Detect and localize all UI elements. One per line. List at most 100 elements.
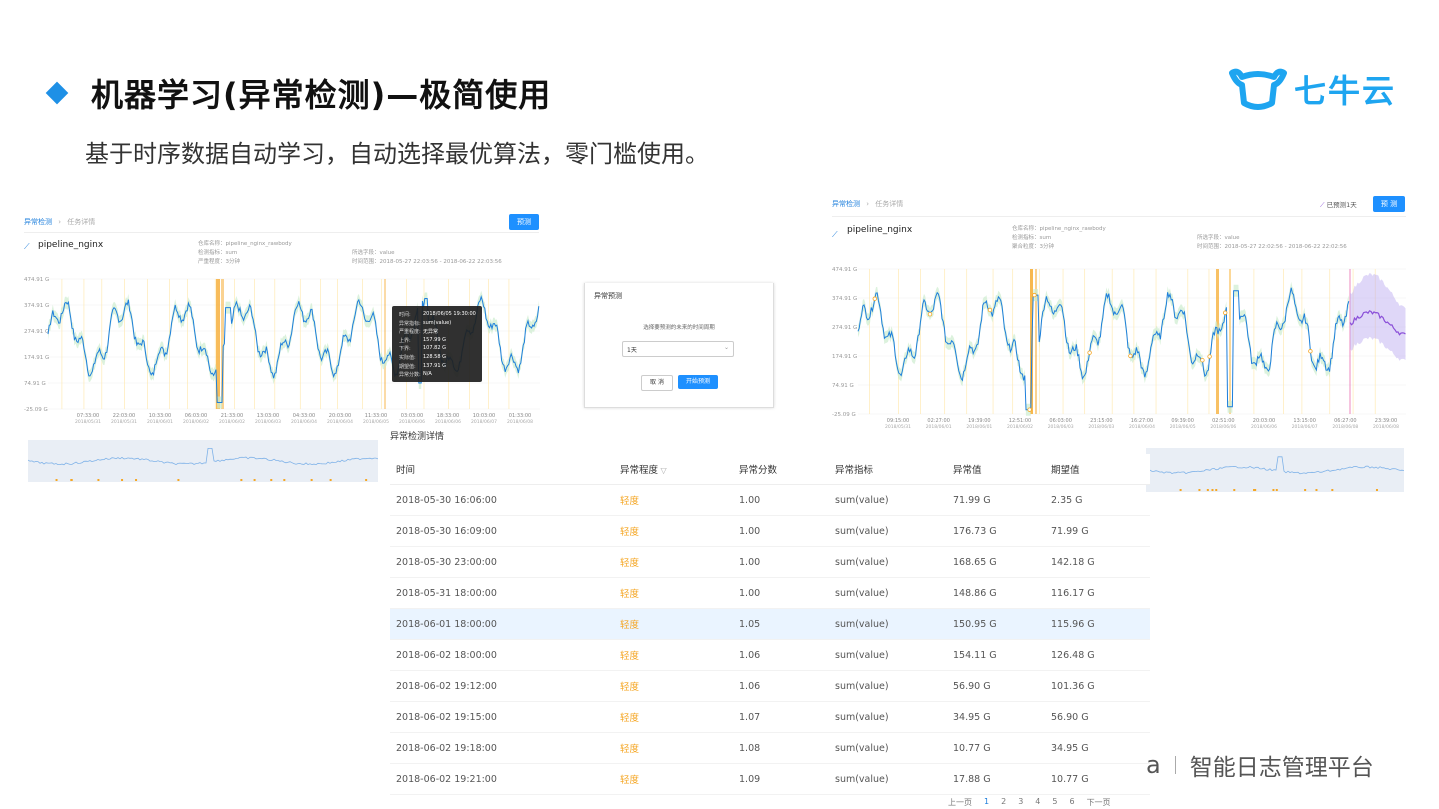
predicted-status[interactable]: ⟋ 已预测1天 — [1320, 199, 1357, 210]
next-page-button[interactable]: 下一页 — [1087, 797, 1111, 808]
tooltip-key: 严重程度: — [399, 329, 421, 336]
x-tick-label: 10:33:00 — [149, 413, 171, 419]
x-tick-label: 21:33:00 — [221, 413, 243, 419]
x-tick-label: 10:03:00 — [473, 413, 495, 419]
table-cell: 34.95 G — [953, 711, 991, 723]
left-predict-button[interactable]: 预测 — [509, 214, 539, 230]
x-tick-label: 01:33:00 — [509, 413, 531, 419]
anomaly-point — [1128, 353, 1133, 359]
page-number[interactable]: 2 — [1001, 797, 1006, 808]
right-overview-minimap[interactable] — [1146, 448, 1404, 492]
bullet-diamond-icon — [45, 81, 69, 105]
table-row[interactable]: 2018-05-30 16:09:00 轻度 1.00 sum(value) 176.7… — [390, 516, 1150, 547]
table-row[interactable]: 2018-06-01 18:00:00 轻度 1.05 sum(value) 150.9… — [390, 609, 1150, 640]
anomaly-point — [927, 311, 933, 317]
x-tick-date: 2018/06/02 — [183, 419, 209, 425]
x-tick-date: 2018/06/08 — [1373, 424, 1399, 430]
x-tick-label: 20:03:00 — [1253, 418, 1275, 424]
tooltip-row: 时间: 2018/06/05 19:30:00 — [399, 311, 479, 318]
confidence-band — [858, 281, 1349, 416]
table-cell: 2018-06-02 19:18:00 — [396, 742, 497, 754]
page-number[interactable]: 1 — [984, 797, 989, 808]
slide-title: 机器学习(异常检测)—极简使用 — [91, 76, 552, 114]
table-cell: 轻度 — [620, 496, 640, 507]
table-row[interactable]: 2018-06-02 19:15:00 轻度 1.07 sum(value) 34.95… — [390, 702, 1150, 733]
right-meta-line: 时间范围：2018-05-27 22:02:56 - 2018-06-22 22… — [1197, 244, 1347, 250]
minimap-anomaly-mark — [55, 479, 58, 481]
table-caption: 异常检测详情 — [390, 432, 445, 442]
minimap-anomaly-mark — [1198, 489, 1201, 491]
page-number[interactable]: 5 — [1052, 797, 1057, 808]
chart-tooltip: 时间: 2018/06/05 19:30:00 异常指标: sum(value) 严重程… — [392, 306, 482, 382]
table-row[interactable]: 2018-05-30 23:00:00 轻度 1.00 sum(value) 168.6… — [390, 547, 1150, 578]
right-meta2: 所选字段：value 时间范围：2018-05-27 22:02:56 - 20… — [1197, 234, 1347, 252]
table-cell: 1.06 — [739, 649, 761, 661]
table-cell: 2018-05-30 16:09:00 — [396, 525, 497, 537]
left-meta-line: 时间范围：2018-05-27 22:03:56 - 2018-06-22 22… — [352, 259, 502, 265]
minimap-bg — [28, 440, 378, 482]
table-cell: 148.86 G — [953, 587, 997, 599]
table-cell: 轻度 — [620, 589, 640, 600]
minimap-anomaly-mark — [135, 479, 138, 481]
right-predict-button[interactable]: 预 测 — [1373, 196, 1405, 212]
period-select[interactable]: 1天 ⌄ — [622, 341, 734, 357]
left-crumb-root[interactable]: 异常检测 — [24, 218, 52, 226]
table-row[interactable]: 2018-05-31 18:00:00 轻度 1.00 sum(value) 148.8… — [390, 578, 1150, 609]
right-crumb-root[interactable]: 异常检测 — [832, 200, 860, 208]
table-row[interactable]: 2018-06-02 18:00:00 轻度 1.06 sum(value) 154.1… — [390, 640, 1150, 671]
minimap-anomaly-mark — [1375, 489, 1378, 491]
table-cell: sum(value) — [835, 525, 889, 537]
footer-separator — [1174, 756, 1176, 774]
x-tick-label: 12:51:00 — [1009, 418, 1031, 424]
period-select-value: 1天 — [627, 347, 637, 354]
left-meta2: 所选字段：value 时间范围：2018-05-27 22:03:56 - 20… — [352, 249, 502, 267]
tooltip-row: 严重程度: 无异常 — [399, 328, 479, 335]
qiniu-logo: 七牛云 — [1228, 66, 1396, 112]
table-cell: sum(value) — [835, 494, 889, 506]
x-tick-label: 02:27:00 — [927, 418, 949, 424]
x-tick-date: 2018/06/06 — [399, 419, 425, 425]
table-cell: 2018-05-30 23:00:00 — [396, 556, 497, 568]
table-cell: 1.05 — [739, 618, 761, 630]
minimap-anomaly-mark — [310, 479, 313, 481]
tooltip-value: 137.91 G — [423, 362, 446, 369]
right-forecast-chart[interactable]: 474.91 G 374.91 G 274.91 G 174.91 G 74.91 G -… — [830, 262, 1410, 434]
x-tick-label: 18:33:00 — [437, 413, 459, 419]
x-tick-date: 2018/06/01 — [147, 419, 173, 425]
anomaly-point — [1087, 350, 1092, 355]
table-row[interactable]: 2018-06-02 19:18:00 轻度 1.08 sum(value) 10.77… — [390, 733, 1150, 764]
table-header-cell: 时间 — [396, 465, 416, 476]
minimap-anomaly-mark — [177, 479, 180, 481]
table-row[interactable]: 2018-06-02 19:12:00 轻度 1.06 sum(value) 56.90… — [390, 671, 1150, 702]
prev-page-button[interactable]: 上一页 — [948, 797, 972, 808]
right-chart-icon: ⟋ — [832, 230, 838, 239]
table-row[interactable]: 2018-06-02 19:21:00 轻度 1.09 sum(value) 17.88… — [390, 764, 1150, 795]
page-number[interactable]: 4 — [1035, 797, 1040, 808]
minimap-anomaly-mark — [1272, 489, 1275, 491]
predict-modal: 异常预测 选择要预测的未来的时间周期 1天 ⌄ 取 消 开始预测 — [584, 283, 774, 408]
left-meta-line: 仓库名称：pipeline_nginx_rawbody — [198, 241, 292, 247]
modal-cancel-button[interactable]: 取 消 — [641, 375, 673, 391]
tooltip-value: sum(value) — [423, 319, 452, 326]
start-predict-button[interactable]: 开始预测 — [678, 375, 718, 389]
page-number[interactable]: 3 — [1018, 797, 1023, 808]
x-tick-label: 23:15:00 — [1090, 418, 1112, 424]
right-meta-line: 检测指标：sum — [1012, 235, 1052, 241]
table-cell: sum(value) — [835, 649, 889, 661]
page-number[interactable]: 6 — [1069, 797, 1074, 808]
anomaly-point — [1223, 310, 1228, 315]
x-tick-label: 13:15:00 — [1293, 418, 1315, 424]
tooltip-row: 实际值: 128.58 G — [399, 354, 479, 361]
right-task-name: pipeline_nginx — [847, 225, 913, 235]
filter-icon[interactable]: ▽ — [658, 466, 667, 475]
x-tick-label: 09:15:00 — [887, 418, 909, 424]
anomaly-band — [1216, 269, 1219, 414]
table-cell: 101.36 G — [1051, 680, 1095, 692]
left-meta-line: 所选字段：value — [352, 250, 395, 256]
x-tick-date: 2018/06/05 — [1170, 424, 1196, 430]
y-tick-label: 474.91 G — [832, 267, 857, 273]
left-overview-minimap[interactable] — [28, 440, 378, 482]
table-row[interactable]: 2018-05-30 16:06:00 轻度 1.00 sum(value) 71.99… — [390, 485, 1150, 516]
table-header-cell[interactable]: 异常程度 ▽ — [620, 462, 739, 476]
table-cell: 56.90 G — [1051, 711, 1089, 723]
